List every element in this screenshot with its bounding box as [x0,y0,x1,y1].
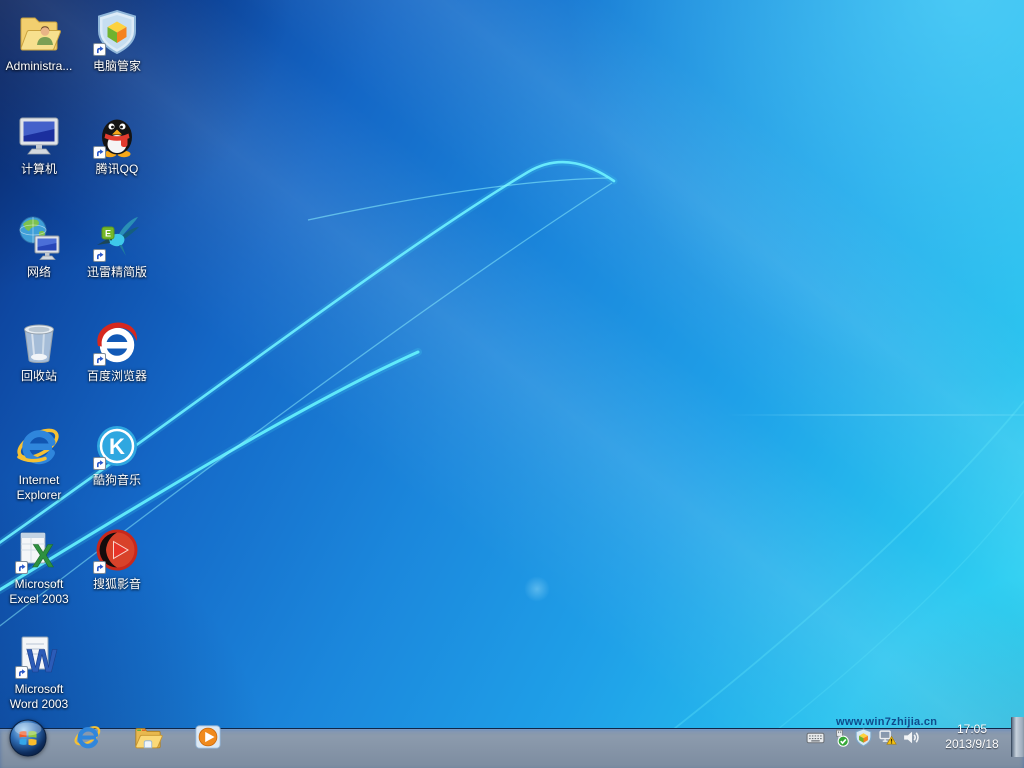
svg-text:W: W [27,643,58,679]
icon-label: 腾讯QQ [96,162,139,177]
desktop-icon-thunder-lite[interactable]: E 迅雷精简版 [79,214,155,280]
security-shield-icon[interactable] [854,728,873,747]
clock-date: 2013/9/18 [945,737,998,752]
excel-icon: X [15,526,63,574]
desktop-icon-kugou-music[interactable]: K 酷狗音乐 [79,422,155,488]
shortcut-arrow-icon [15,561,28,574]
svg-text:E: E [105,229,111,239]
media-player-icon [193,722,223,752]
icon-label: Microsoft Word 2003 [1,682,77,712]
pc-manager-shield-icon [93,8,141,56]
taskbar-windows-media-player[interactable] [180,717,236,757]
icon-label: Administra... [6,59,73,74]
network-globe-icon [15,214,63,262]
desktop-icon-administrator[interactable]: Administra... [1,8,77,74]
desktop-icon-network[interactable]: 网络 [1,214,77,280]
shortcut-arrow-icon [93,353,106,366]
desktop-icon-internet-explorer[interactable]: Internet Explorer [1,422,77,503]
internet-explorer-icon [15,422,63,470]
folder-icon [133,722,163,752]
recycle-bin-icon [15,318,63,366]
icon-label: 酷狗音乐 [93,473,141,488]
icon-label: 电脑管家 [93,59,141,74]
clock-time: 17:05 [957,722,987,737]
usb-safely-remove-icon[interactable] [830,728,849,747]
wallpaper-light-line [726,414,1024,416]
shortcut-arrow-icon [93,43,106,56]
taskbar-internet-explorer[interactable] [60,717,116,757]
svg-text:X: X [32,538,54,574]
administrator-folder-icon [15,8,63,56]
qq-penguin-icon [93,111,141,159]
word-icon: W [15,631,63,679]
shortcut-arrow-icon [15,666,28,679]
thunder-hummingbird-icon: E [93,214,141,262]
desktop-icon-excel-2003[interactable]: X Microsoft Excel 2003 [1,526,77,607]
internet-explorer-icon [73,722,103,752]
shortcut-arrow-icon [93,249,106,262]
desktop-icon-sohu-video[interactable]: 搜狐影音 [79,526,155,592]
icon-label: 计算机 [21,162,57,177]
kugou-music-icon: K [93,422,141,470]
icon-label: 迅雷精简版 [87,265,147,280]
desktop-icon-pc-manager[interactable]: 电脑管家 [79,8,155,74]
desktop-icon-recycle-bin[interactable]: 回收站 [1,318,77,384]
computer-monitor-icon [15,111,63,159]
shortcut-arrow-icon [93,561,106,574]
volume-icon[interactable] [902,728,921,747]
start-button[interactable] [9,719,47,757]
desktop-icon-tencent-qq[interactable]: 腾讯QQ [79,111,155,177]
taskbar-clock[interactable]: 17:05 2013/9/18 [934,717,1010,757]
desktop-icon-baidu-browser[interactable]: 百度浏览器 [79,318,155,384]
shortcut-arrow-icon [93,457,106,470]
desktop-icon-word-2003[interactable]: W Microsoft Word 2003 [1,631,77,712]
network-warning-icon[interactable] [878,728,897,747]
show-desktop-button[interactable] [1011,717,1024,757]
taskbar-windows-explorer[interactable] [120,717,176,757]
system-tray [806,717,921,757]
svg-text:K: K [109,434,125,459]
shortcut-arrow-icon [93,146,106,159]
input-keyboard-icon[interactable] [806,728,825,747]
desktop-icon-computer[interactable]: 计算机 [1,111,77,177]
taskbar: 17:05 2013/9/18 [0,728,1024,768]
icon-label: Microsoft Excel 2003 [1,577,77,607]
icon-label: 回收站 [21,369,57,384]
icon-label: Internet Explorer [1,473,77,503]
baidu-browser-icon [93,318,141,366]
icon-label: 百度浏览器 [87,369,147,384]
sohu-video-icon [93,526,141,574]
icon-label: 网络 [27,265,51,280]
icon-label: 搜狐影音 [93,577,141,592]
